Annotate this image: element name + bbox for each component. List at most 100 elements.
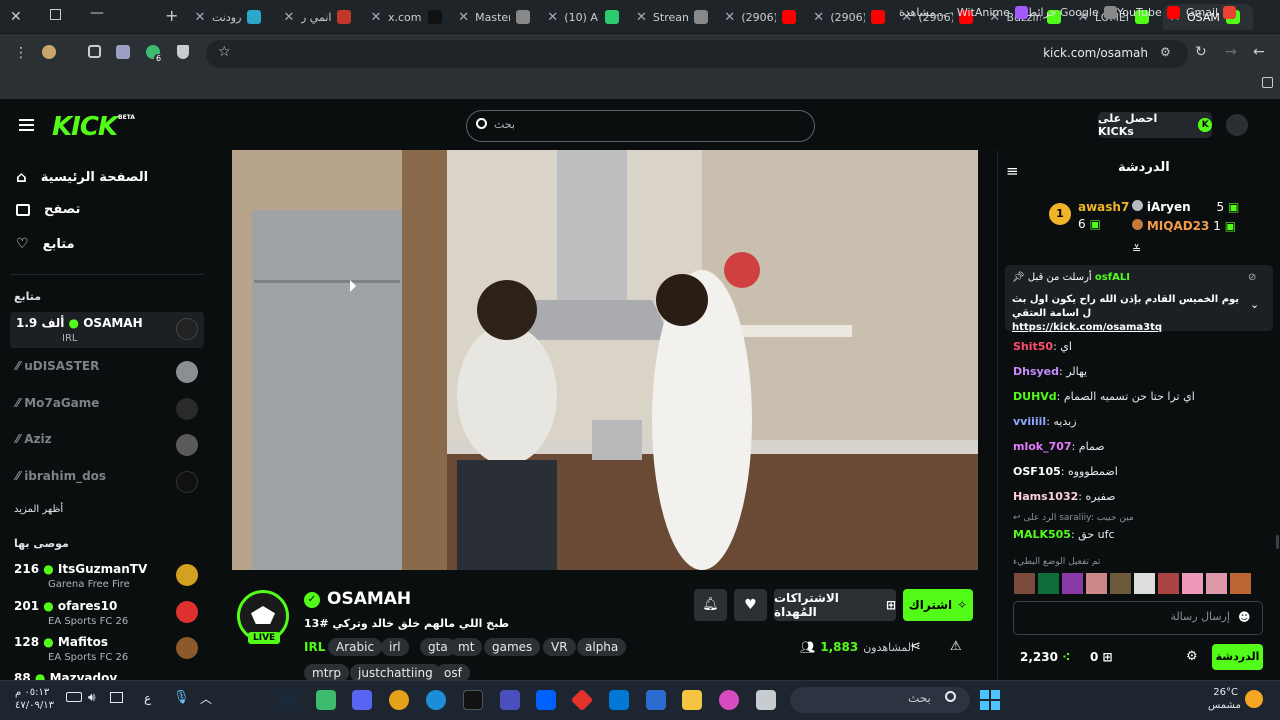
emote-icon[interactable] xyxy=(1086,573,1107,594)
emote-icon[interactable] xyxy=(1134,573,1155,594)
close-tab-icon[interactable]: ✕ xyxy=(194,10,206,25)
emoji-icon[interactable]: ☻ xyxy=(1238,610,1251,624)
kicks-balance[interactable]: 0 ⊞ xyxy=(1090,650,1113,664)
browser-tab[interactable]: ✕ Stream xyxy=(630,4,714,30)
recommended-channel-mazvadov[interactable]: 88 ● Mazvadov xyxy=(10,667,204,680)
show-more-link[interactable]: أظهر المزيد xyxy=(14,504,63,515)
nav-browse[interactable]: تصفح xyxy=(16,202,80,217)
close-tab-icon[interactable]: ✕ xyxy=(370,10,382,25)
volume-icon[interactable]: 🔊︎ xyxy=(88,690,96,705)
emote-row[interactable] xyxy=(1014,573,1264,595)
extensions-icon[interactable] xyxy=(88,45,101,58)
channel-points[interactable]: 2,230 ⁖ xyxy=(1020,650,1070,664)
browser-tab[interactable]: ✕ (2906) xyxy=(718,4,802,30)
pinned-link[interactable]: https://kick.com/osama3tq xyxy=(1012,322,1162,333)
close-tab-icon[interactable]: ✕ xyxy=(547,10,558,25)
bookmark-youtube[interactable]: YouTube xyxy=(1117,6,1180,19)
close-tab-icon[interactable]: ✕ xyxy=(813,10,824,25)
send-chat-button[interactable]: الدردشة xyxy=(1212,644,1263,670)
bookmark-witanime[interactable]: مشاهدة... - WitAnime xyxy=(899,6,1028,19)
taskbar-search[interactable] xyxy=(790,687,970,713)
browser-tab[interactable]: ✕ x.com xyxy=(364,4,448,30)
nav-home[interactable]: ⌂ الصفحة الرئيسية xyxy=(16,168,148,186)
emote-icon[interactable] xyxy=(1206,573,1227,594)
close-tab-icon[interactable]: ✕ xyxy=(724,10,735,25)
extension-icon[interactable] xyxy=(116,45,130,59)
chat-username[interactable]: Dhsyed xyxy=(1013,365,1059,378)
chat-settings-icon[interactable]: ⚙ xyxy=(1186,649,1198,664)
chevron-down-icon[interactable]: ⌄ xyxy=(1250,298,1259,311)
shield-icon[interactable] xyxy=(177,45,189,59)
app-icon[interactable] xyxy=(316,690,336,710)
stream-tag[interactable]: games xyxy=(484,638,541,656)
streamer-name[interactable]: OSAMAH xyxy=(327,589,411,609)
weather-widget[interactable]: 26°C مشمس xyxy=(1208,686,1241,712)
video-player[interactable] xyxy=(232,150,978,570)
collapse-chat-icon[interactable]: ≡ xyxy=(1006,162,1019,180)
chat-username[interactable]: vviiiil xyxy=(1013,415,1046,428)
stream-tag[interactable]: Arabic xyxy=(328,638,383,656)
close-tab-icon[interactable]: ✕ xyxy=(283,10,295,25)
chat-username[interactable]: mlok_707 xyxy=(1013,440,1072,453)
emote-icon[interactable] xyxy=(1038,573,1059,594)
hide-pinned-icon[interactable]: ⊘ xyxy=(1248,272,1256,283)
star-bookmark-icon[interactable]: ☆ xyxy=(218,44,231,60)
stream-category[interactable]: IRL xyxy=(304,640,325,654)
emote-icon[interactable] xyxy=(1062,573,1083,594)
emote-icon[interactable] xyxy=(1014,573,1035,594)
site-settings-icon[interactable]: ⚙ xyxy=(1160,45,1171,59)
store-icon[interactable] xyxy=(646,690,666,710)
emote-icon[interactable] xyxy=(1158,573,1179,594)
chat-username[interactable]: OSF105 xyxy=(1013,465,1061,478)
forward-icon[interactable]: → xyxy=(1225,44,1237,60)
outlook-icon[interactable] xyxy=(609,690,629,710)
stream-tag[interactable]: irl xyxy=(381,638,409,656)
browser-tab[interactable]: ✕ (10) AI xyxy=(541,4,625,30)
bookmark-maps[interactable]: خرائط Google xyxy=(1027,6,1117,19)
steam-icon[interactable] xyxy=(278,690,298,710)
file-explorer-icon[interactable] xyxy=(682,690,702,710)
pinned-user[interactable]: osfALI xyxy=(1095,272,1130,283)
chat-username[interactable]: Shit50 xyxy=(1013,340,1053,353)
app-icon[interactable] xyxy=(756,690,776,710)
dropbox-icon[interactable] xyxy=(536,690,556,710)
close-tab-icon[interactable]: ✕ xyxy=(636,10,647,25)
hamburger-menu-icon[interactable] xyxy=(19,119,34,121)
back-icon[interactable]: ← xyxy=(1253,44,1265,60)
followed-channel-osamah[interactable]: 1.9 ألف ● OSAMAH IRL xyxy=(10,312,204,348)
stream-tag[interactable]: mt xyxy=(450,638,483,656)
new-tab-icon[interactable]: + xyxy=(165,6,178,25)
follow-heart-button[interactable]: ♥ xyxy=(734,589,767,621)
show-hidden-icons[interactable]: ︿ xyxy=(200,690,212,707)
minimize-window-icon[interactable]: — xyxy=(90,5,104,21)
input-language[interactable]: ع xyxy=(144,691,151,705)
recommended-channel-mafitos[interactable]: 128 ● Mafitos EA Sports FC 26 xyxy=(10,631,204,667)
user-avatar[interactable] xyxy=(1226,114,1248,136)
discord-icon[interactable] xyxy=(352,690,372,710)
notifications-button[interactable]: 🔔︎ xyxy=(694,589,727,621)
system-clock[interactable]: ٠٥:١٣ م ٤٧/٠٩/١٣ xyxy=(15,686,54,712)
epic-games-icon[interactable] xyxy=(463,690,483,710)
leader-2[interactable]: iAryen 5 ▣ xyxy=(1132,200,1239,214)
chat-scrollbar[interactable] xyxy=(1276,535,1279,549)
microphone-icon[interactable]: 🎙︎ xyxy=(173,690,190,705)
stream-tag[interactable]: alpha xyxy=(577,638,627,656)
recommended-channel-ofares10[interactable]: 201 ● ofares10 EA Sports FC 26 xyxy=(10,595,204,631)
network-icon[interactable] xyxy=(110,692,123,703)
browser-tab[interactable]: ✕ رودنت xyxy=(188,4,272,30)
battery-icon[interactable] xyxy=(66,692,82,702)
followed-channel-aziz[interactable]: ⁄⁄ Aziz xyxy=(10,428,204,464)
browser-tab[interactable]: ✕ Master xyxy=(452,4,536,30)
emote-icon[interactable] xyxy=(1182,573,1203,594)
app-icon[interactable] xyxy=(500,690,520,710)
gift-subs-button[interactable]: الاشتراكات المُهداة ⊞ xyxy=(774,589,896,621)
close-tab-icon[interactable]: ✕ xyxy=(458,10,469,25)
browser-tab[interactable]: ✕ انمي ر xyxy=(277,4,361,30)
emote-icon[interactable] xyxy=(1230,573,1251,594)
menu-dots-icon[interactable]: ⋮ xyxy=(14,45,28,61)
restore-window-icon[interactable] xyxy=(50,9,61,20)
all-bookmarks-icon[interactable] xyxy=(1262,77,1273,88)
followed-channel-ibrahim-dos[interactable]: ⁄⁄ ibrahim_dos xyxy=(10,465,204,501)
chrome-icon[interactable] xyxy=(389,690,409,710)
report-icon[interactable]: ⚠ xyxy=(950,639,962,654)
